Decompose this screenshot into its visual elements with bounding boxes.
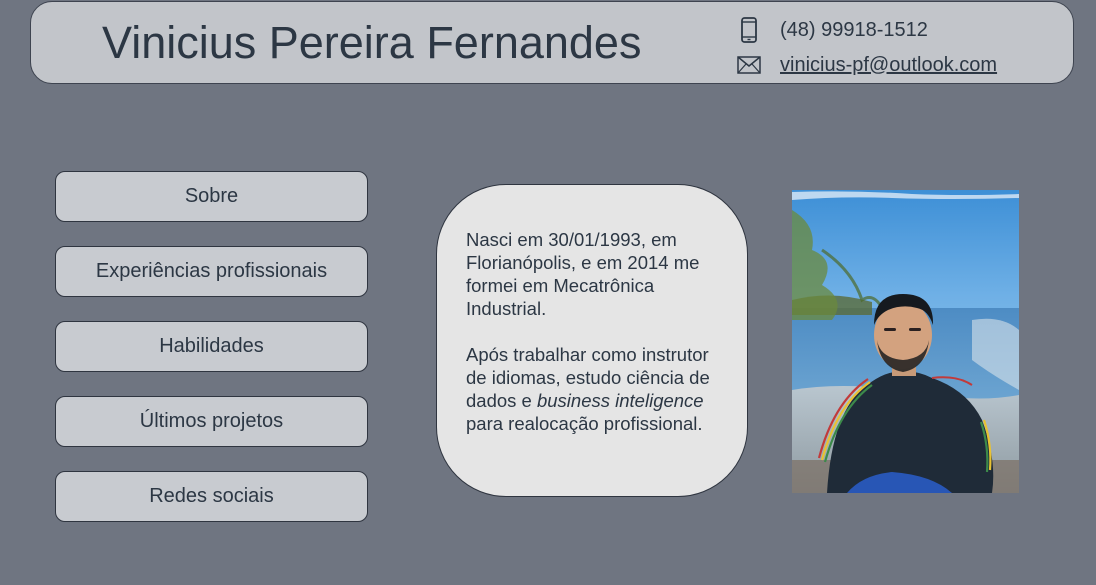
contact-email: vinicius-pf@outlook.com bbox=[736, 52, 997, 78]
about-paragraph-2: Após trabalhar como instrutor de idiomas… bbox=[466, 343, 719, 435]
email-link[interactable]: vinicius-pf@outlook.com bbox=[780, 54, 997, 77]
phone-number: (48) 99918-1512 bbox=[780, 18, 928, 41]
nav-projetos-button[interactable]: Últimos projetos bbox=[55, 396, 368, 447]
main-nav: Sobre Experiências profissionais Habilid… bbox=[55, 171, 368, 546]
nav-redes-sociais-button[interactable]: Redes sociais bbox=[55, 471, 368, 522]
nav-sobre-button[interactable]: Sobre bbox=[55, 171, 368, 222]
contact-phone: (48) 99918-1512 bbox=[736, 17, 928, 43]
envelope-icon bbox=[736, 52, 761, 78]
about-card: Nasci em 30/01/1993, em Florianópolis, e… bbox=[436, 184, 748, 497]
page-header: Vinicius Pereira Fernandes (48) 99918-15… bbox=[30, 1, 1074, 84]
profile-name: Vinicius Pereira Fernandes bbox=[102, 17, 642, 68]
nav-experiencias-button[interactable]: Experiências profissionais bbox=[55, 246, 368, 297]
about-paragraph-2-italic: business inteligence bbox=[536, 390, 704, 411]
about-paragraph-2-end: para realocação profissional. bbox=[466, 413, 703, 434]
nav-habilidades-button[interactable]: Habilidades bbox=[55, 321, 368, 372]
about-paragraph-1: Nasci em 30/01/1993, em Florianópolis, e… bbox=[466, 229, 700, 319]
profile-photo bbox=[792, 190, 1019, 493]
smartphone-icon bbox=[736, 17, 761, 43]
